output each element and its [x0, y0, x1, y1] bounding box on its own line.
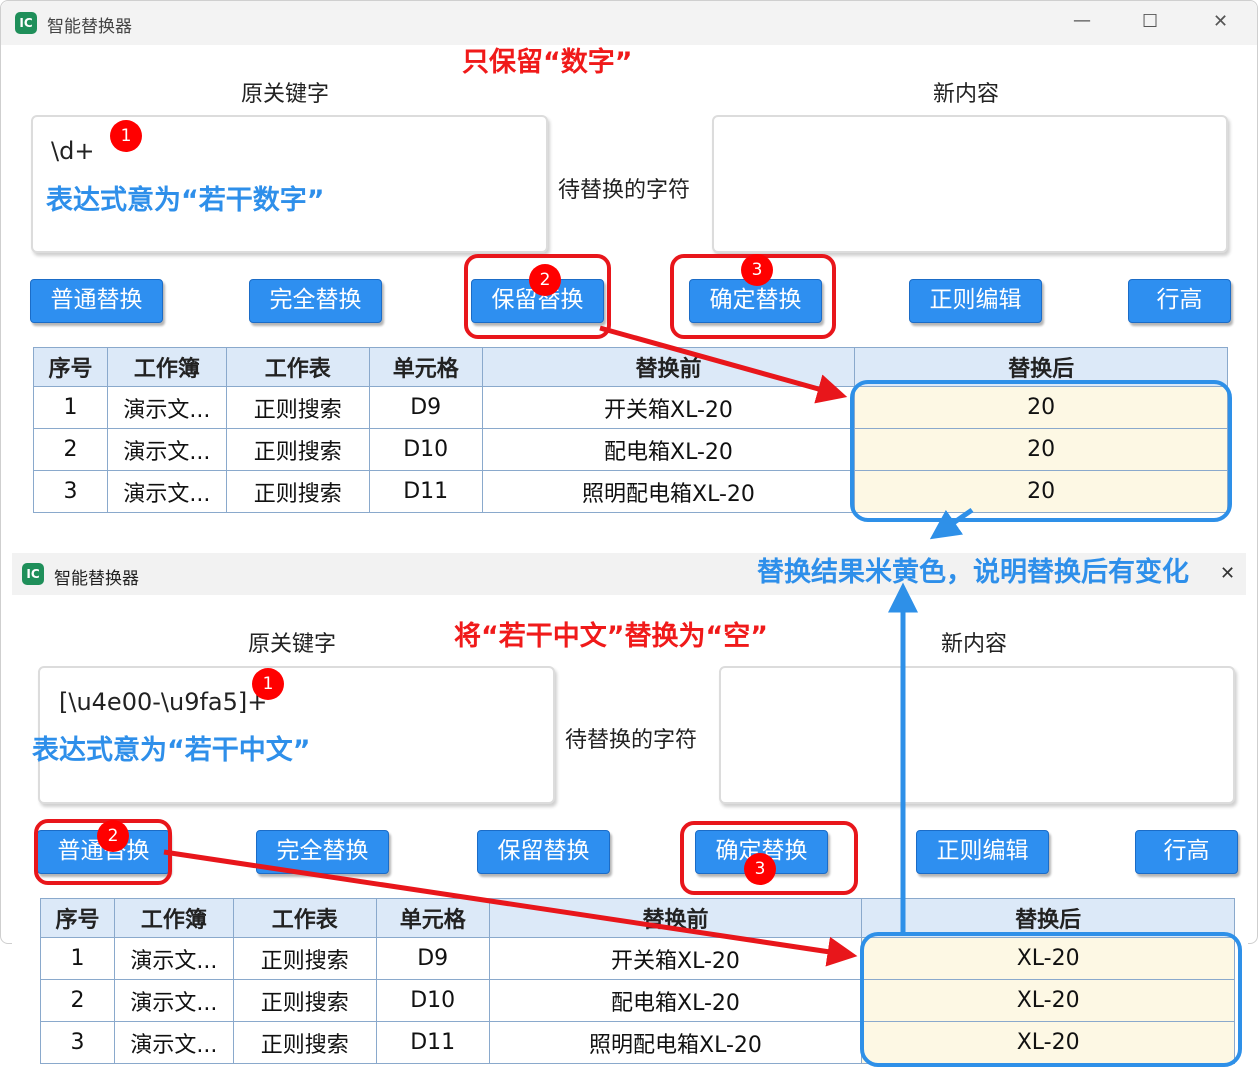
step-badge-2: 2 [97, 820, 129, 852]
annotation-arrows [163, 325, 974, 967]
step-badge-1: 1 [110, 120, 142, 152]
arrow-result-to-note [929, 507, 974, 540]
step-badge-3: 3 [741, 254, 773, 286]
step-badge-3: 3 [744, 853, 776, 885]
arrow-keep-to-result [599, 325, 848, 404]
step-badge-1: 1 [252, 668, 284, 700]
step-badge-2: 2 [529, 264, 561, 296]
